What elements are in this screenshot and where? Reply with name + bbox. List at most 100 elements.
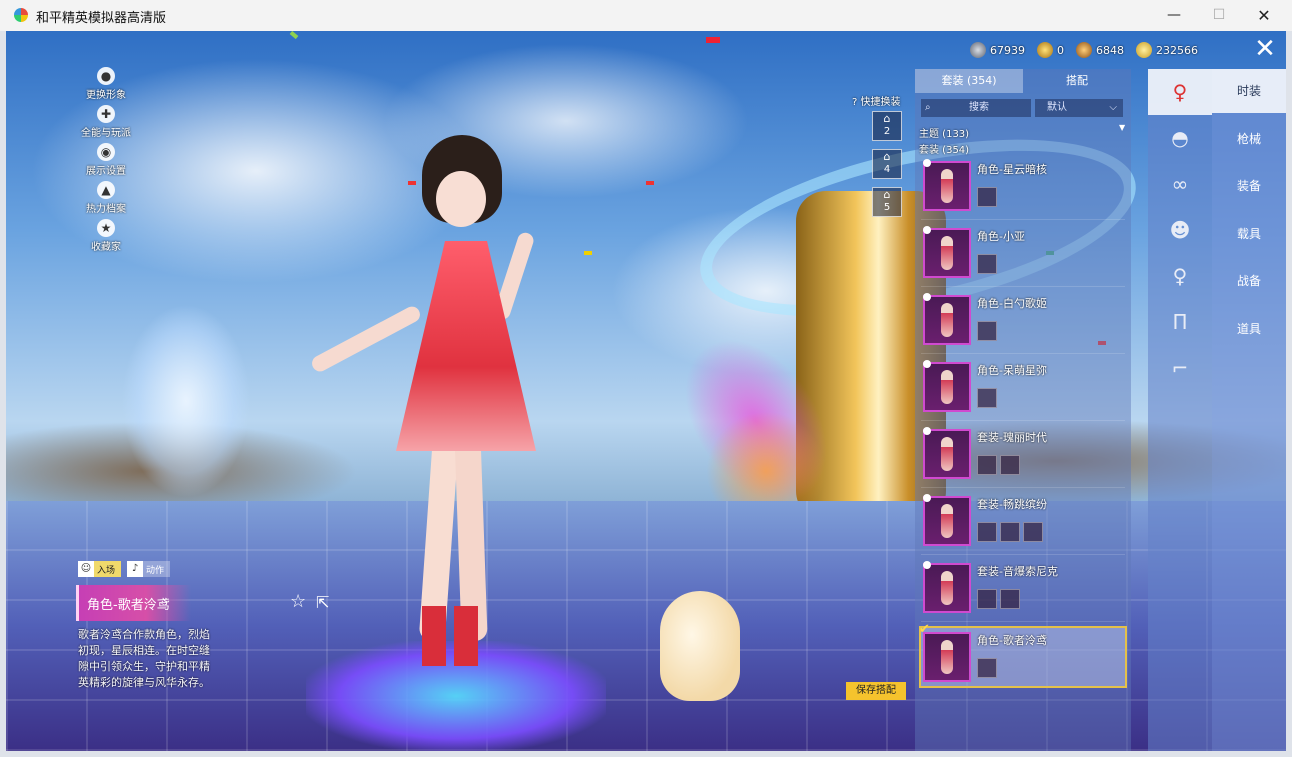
outfit-icon[interactable]: ♀ [1148,253,1212,299]
outfit-parts [977,522,1043,542]
tab-outfits[interactable]: 套装 (354) [915,69,1023,93]
outfit-name: 套装-瑰丽时代 [977,431,1047,444]
hanger-icon: ⌂ [883,150,891,163]
menu-collector[interactable]: ★ 收藏家 [68,219,144,257]
character-name-card: 角色-歌者泠鸢 [76,585,191,621]
character-name: 角色-歌者泠鸢 [87,598,170,613]
outfit-item[interactable]: 角色-呆萌星弥 [921,358,1125,421]
category-weapons[interactable]: 枪械 [1212,117,1286,161]
mask-icon[interactable]: ☻ [1148,207,1212,253]
search-input[interactable]: ⌕ 搜索 [921,99,1031,117]
close-window-button[interactable]: ✕ [1241,0,1287,31]
pet-companion[interactable] [660,591,740,701]
maximize-button[interactable]: ☐ [1196,0,1242,31]
menu-label: 收藏家 [91,242,121,253]
eye-icon: ◉ [97,143,115,161]
outfit-name: 角色-呆萌星弥 [977,364,1047,377]
caret-down-icon[interactable]: ▼ [1119,123,1125,132]
outfit-part[interactable] [1000,522,1020,542]
outfit-thumbnail [923,161,971,211]
outfit-part[interactable] [1000,455,1020,475]
filter-outfit[interactable]: 套装 (354) [919,141,969,156]
favorite-star-icon[interactable]: ☆ [290,591,306,612]
outfit-part[interactable] [977,658,997,678]
outfit-name: 角色-歌者泠鸢 [977,634,1047,647]
category-combat-prep[interactable]: 战备 [1212,259,1286,303]
sort-dropdown[interactable]: 默认 ⌵ [1035,99,1123,117]
tab-label: 动作 [146,565,165,576]
outfit-part[interactable] [977,254,997,274]
character-boot [454,606,478,666]
currency-value: 67939 [990,43,1025,57]
puzzle-icon: ✚ [97,105,115,123]
crystal-horse-statue [76,271,286,551]
outfit-parts [977,388,997,408]
goggles-icon[interactable]: ∞ [1148,161,1212,207]
rarity-badge-icon [923,561,931,569]
outfit-name: 套装-畅跳缤纷 [977,498,1047,511]
coin-icon [1136,42,1152,58]
quick-swap-text: 快捷换装 [860,97,901,108]
slot-icon-strip: ♀ ◓ ∞ ☻ ♀ Π ⌐ [1148,69,1212,751]
outfit-item[interactable]: 套装-瑰丽时代 [921,425,1125,488]
silver-medal-icon [970,42,986,58]
outfit-item-selected[interactable]: ✔ 角色-歌者泠鸢 [919,622,1127,688]
menu-label: 展示设置 [86,166,126,177]
menu-heat-profile[interactable]: ▲ 热力档案 [68,181,144,219]
menu-change-appearance[interactable]: ● 更换形象 [68,67,144,105]
badge-icon: ★ [97,219,115,237]
outfit-name: 角色-白勺歌姬 [977,297,1047,310]
tab-entrance[interactable]: ☺ 入场 [78,561,122,577]
outfit-item[interactable]: 角色-星云暗核 [921,157,1125,220]
quick-swap-slot[interactable]: ⌂ 2 [872,111,902,141]
help-icon[interactable]: ? [852,97,857,108]
bronze-medal-icon [1076,42,1092,58]
category-fashion[interactable]: 时装 [1212,69,1286,113]
save-outfit-button[interactable]: 保存搭配 [846,682,906,700]
smile-icon: ☺ [78,561,94,577]
outfit-part[interactable] [977,388,997,408]
outfit-item[interactable]: 角色-白勺歌姬 [921,291,1125,354]
character-icon[interactable]: ♀ [1148,69,1212,115]
category-equipment[interactable]: 装备 [1212,164,1286,208]
filter-theme[interactable]: 主题 (133) [919,125,969,140]
tab-action[interactable]: ♪ 动作 [127,561,171,577]
share-icon[interactable]: ⇱ [316,593,329,612]
outfit-part[interactable] [1023,522,1043,542]
character-boot [422,606,446,666]
game-viewport[interactable]: 67939 0 6848 232566 ✕ ● 更换形象 ✚ 全能与玩派 ◉ 展示设置… [6,31,1286,751]
confetti [646,181,654,185]
category-vehicles[interactable]: 载具 [1212,212,1286,256]
menu-display-settings[interactable]: ◉ 展示设置 [68,143,144,181]
confetti [289,31,299,40]
outfit-parts [977,589,1020,609]
outfit-item[interactable]: 套装-畅跳缤纷 [921,492,1125,555]
quick-swap-slot[interactable]: ⌂ 4 [872,149,902,179]
animation-tabs: ☺ 入场 ♪ 动作 [78,561,171,577]
shoes-icon[interactable]: ⌐ [1148,345,1212,391]
outfit-item[interactable]: 套装-音爆索尼克 [921,559,1125,622]
helmet-icon[interactable]: ◓ [1148,115,1212,161]
outfit-part[interactable] [977,522,997,542]
outfit-item[interactable]: 角色-小亚 [921,224,1125,287]
close-icon[interactable]: ✕ [1251,35,1279,63]
outfit-parts [977,658,997,678]
confetti [408,181,416,185]
tab-matching[interactable]: 搭配 [1023,69,1131,93]
quick-swap-slot[interactable]: ⌂ 5 [872,187,902,217]
menu-gameplay[interactable]: ✚ 全能与玩派 [68,105,144,143]
outfit-part[interactable] [977,455,997,475]
hanger-icon: ⌂ [883,112,891,125]
hanger-icon: ⌂ [883,188,891,201]
outfit-part[interactable] [1000,589,1020,609]
outfit-thumbnail [923,632,971,682]
outfit-thumbnail [923,496,971,546]
category-items[interactable]: 道具 [1212,307,1286,351]
pants-icon[interactable]: Π [1148,299,1212,345]
minimize-button[interactable]: — [1151,0,1197,31]
outfit-part[interactable] [977,321,997,341]
rarity-badge-icon [923,293,931,301]
outfit-part[interactable] [977,589,997,609]
outfit-part[interactable] [977,187,997,207]
outfit-name: 角色-小亚 [977,230,1025,243]
